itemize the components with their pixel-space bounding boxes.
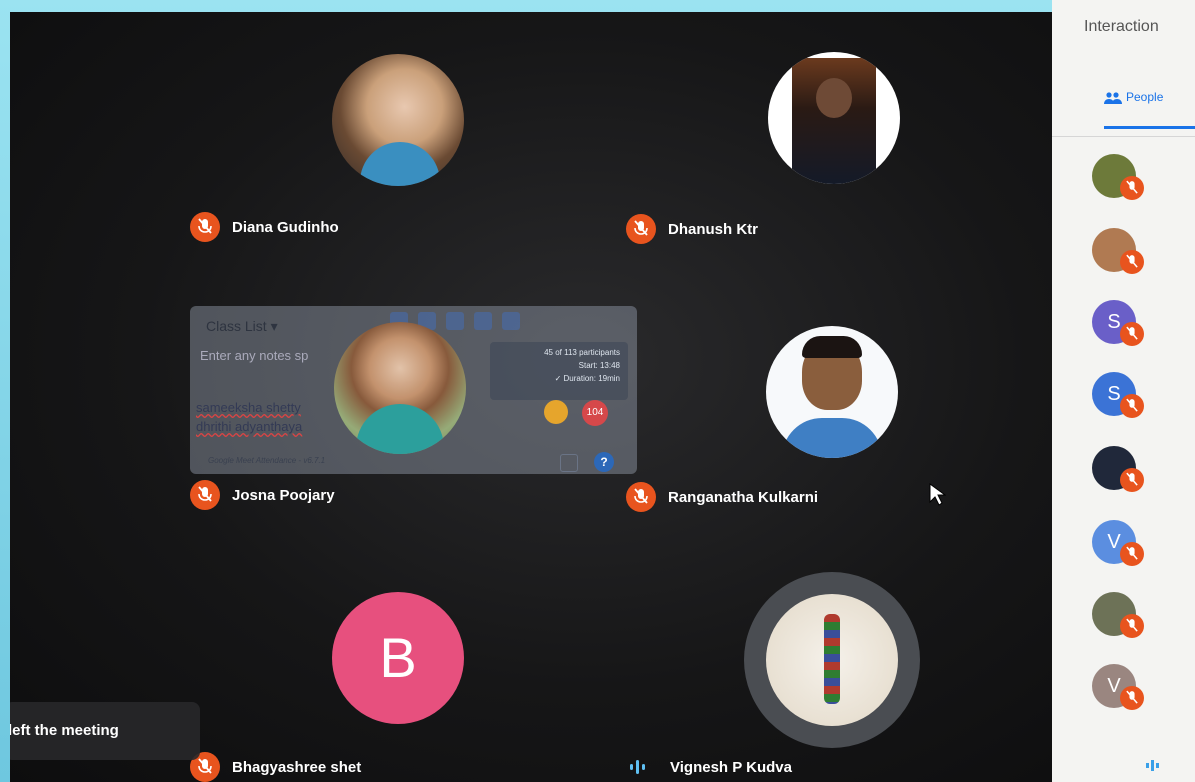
audio-level-icon [630, 757, 656, 777]
mic-off-icon [626, 214, 656, 244]
participant-avatar-diana [332, 54, 464, 186]
active-tab-indicator [1104, 126, 1195, 129]
mic-off-icon [190, 212, 220, 242]
mouse-cursor-icon [928, 482, 947, 511]
people-list-item[interactable] [1092, 154, 1162, 202]
extension-footer: Google Meet Attendance - v6.7.1 [208, 456, 326, 465]
tile-name-josna: Josna Poojary [190, 480, 335, 510]
participant-avatar-josna [334, 322, 466, 454]
student-name: sameeksha shetty [196, 400, 301, 415]
mic-off-icon [1120, 468, 1144, 492]
mic-off-icon [190, 480, 220, 510]
mic-off-icon [1120, 322, 1144, 346]
left-meeting-toast: left the meeting [10, 702, 200, 760]
export-icon[interactable] [446, 312, 464, 330]
mic-off-icon [1120, 250, 1144, 274]
meeting-grid: Diana Gudinho Dhanush Ktr Class List ▾ E… [10, 12, 1052, 782]
divider [1052, 136, 1195, 137]
people-list-item[interactable]: V [1092, 520, 1162, 568]
tile-name-ranganatha: Ranganatha Kulkarni [626, 482, 818, 512]
tile-name-bhagyashree: Bhagyashree shet [190, 752, 361, 782]
participant-avatar-vignesh [766, 594, 898, 726]
mic-off-icon [1120, 686, 1144, 710]
tile-name-dhanush: Dhanush Ktr [626, 214, 758, 244]
people-list-item[interactable] [1092, 228, 1162, 276]
mic-off-icon [626, 482, 656, 512]
student-list: sameeksha shetty dhrithi adyanthaya [196, 398, 302, 436]
mic-off-icon [1120, 176, 1144, 200]
people-icon [1104, 92, 1122, 104]
count-badge: 104 [582, 400, 608, 426]
settings-icon[interactable] [502, 312, 520, 330]
participant-avatar-dhanush [768, 52, 900, 184]
tab-people[interactable]: People [1104, 90, 1163, 104]
attendance-stats: 45 of 113 participants Start: 13:48 ✓ Du… [490, 342, 628, 400]
emoji-icon [544, 400, 568, 424]
mic-off-icon [1120, 394, 1144, 418]
people-list-item[interactable] [1092, 446, 1162, 494]
mic-off-icon [1120, 614, 1144, 638]
people-list-item[interactable] [1092, 592, 1162, 640]
people-list-item[interactable]: S [1092, 372, 1162, 420]
participant-avatar-bhagyashree: B [332, 592, 464, 724]
tile-name-diana: Diana Gudinho [190, 212, 339, 242]
people-panel: Interaction People S S V V [1052, 0, 1195, 782]
help-icon[interactable]: ? [594, 452, 614, 472]
panel-title: Interaction [1084, 18, 1159, 35]
participant-avatar-ranganatha [766, 326, 898, 458]
people-list-item[interactable]: S [1092, 300, 1162, 348]
checkbox[interactable] [560, 454, 578, 472]
save-icon[interactable] [474, 312, 492, 330]
student-name: dhrithi adyanthaya [196, 419, 303, 434]
people-list-item[interactable]: V [1092, 664, 1162, 712]
class-list-dropdown[interactable]: Class List ▾ [206, 318, 278, 335]
audio-level-icon [1146, 760, 1159, 771]
mic-off-icon [1120, 542, 1144, 566]
tile-name-vignesh: Vignesh P Kudva [630, 752, 792, 782]
